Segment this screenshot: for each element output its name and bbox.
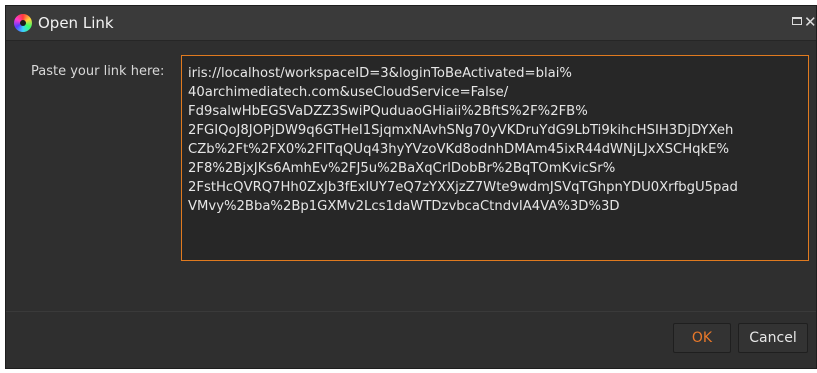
title-bar[interactable]: Open Link ✕ [6,6,816,41]
cancel-button[interactable]: Cancel [738,323,808,353]
maximize-icon[interactable] [792,17,802,25]
open-link-dialog: Open Link ✕ Paste your link here: iris:/… [5,5,817,369]
window-title: Open Link [38,14,114,32]
footer-divider [6,311,816,312]
link-label: Paste your link here: [31,64,165,79]
color-wheel-icon [14,14,32,32]
close-icon[interactable]: ✕ [804,12,816,32]
ok-button[interactable]: OK [673,323,731,353]
link-input[interactable]: iris://localhost/workspaceID=3&loginToBe… [181,55,809,261]
